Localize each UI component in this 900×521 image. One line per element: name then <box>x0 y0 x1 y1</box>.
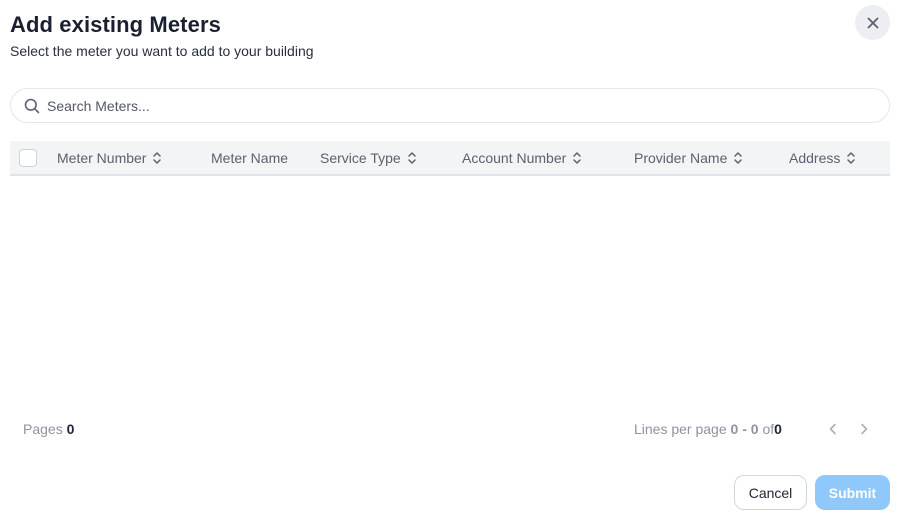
column-header-meter-name: Meter Name <box>211 141 288 174</box>
select-all-checkbox[interactable] <box>19 149 37 167</box>
pages-label: Pages <box>23 421 63 437</box>
search-icon <box>23 97 41 115</box>
column-label: Meter Name <box>211 149 289 166</box>
column-label: Service Type <box>320 149 401 166</box>
sort-icon[interactable] <box>407 151 417 165</box>
column-header-address[interactable]: Address <box>789 141 856 174</box>
column-header-service-type[interactable]: Service Type <box>320 141 417 174</box>
cancel-button[interactable]: Cancel <box>734 475 807 510</box>
search-input[interactable] <box>47 97 889 114</box>
sort-icon[interactable] <box>152 151 162 165</box>
column-header-provider-name[interactable]: Provider Name <box>634 141 743 174</box>
table-body <box>10 178 890 398</box>
sort-icon[interactable] <box>733 151 743 165</box>
lines-per-page-label: Lines per page <box>634 421 727 437</box>
column-label: Provider Name <box>634 149 728 166</box>
search-bar <box>10 88 890 123</box>
prev-page-button[interactable] <box>824 420 842 438</box>
column-label: Account Number <box>462 149 567 166</box>
column-header-account-number[interactable]: Account Number <box>462 141 582 174</box>
pages-value: 0 <box>66 421 75 437</box>
chevron-right-icon <box>861 423 868 435</box>
sort-icon[interactable] <box>572 151 582 165</box>
dialog-subtitle: Select the meter you want to add to your… <box>10 43 314 59</box>
next-page-button[interactable] <box>855 420 873 438</box>
lines-range: 0 - 0 <box>730 421 759 437</box>
pages-count: Pages 0 <box>23 421 74 437</box>
lines-total: 0 <box>774 421 782 437</box>
chevron-left-icon <box>829 423 836 435</box>
lines-per-page: Lines per page 0 - 0 of0 <box>634 421 782 437</box>
table-header: Meter Number Meter Name Service Type Acc… <box>10 141 890 176</box>
column-label: Address <box>789 149 841 166</box>
close-icon <box>867 17 878 28</box>
dialog-title: Add existing Meters <box>10 12 221 37</box>
column-header-meter-number[interactable]: Meter Number <box>57 141 162 174</box>
column-label: Meter Number <box>57 149 147 166</box>
close-button[interactable] <box>855 5 890 40</box>
of-label: of <box>762 421 775 437</box>
submit-button[interactable]: Submit <box>815 475 890 510</box>
sort-icon[interactable] <box>846 151 856 165</box>
